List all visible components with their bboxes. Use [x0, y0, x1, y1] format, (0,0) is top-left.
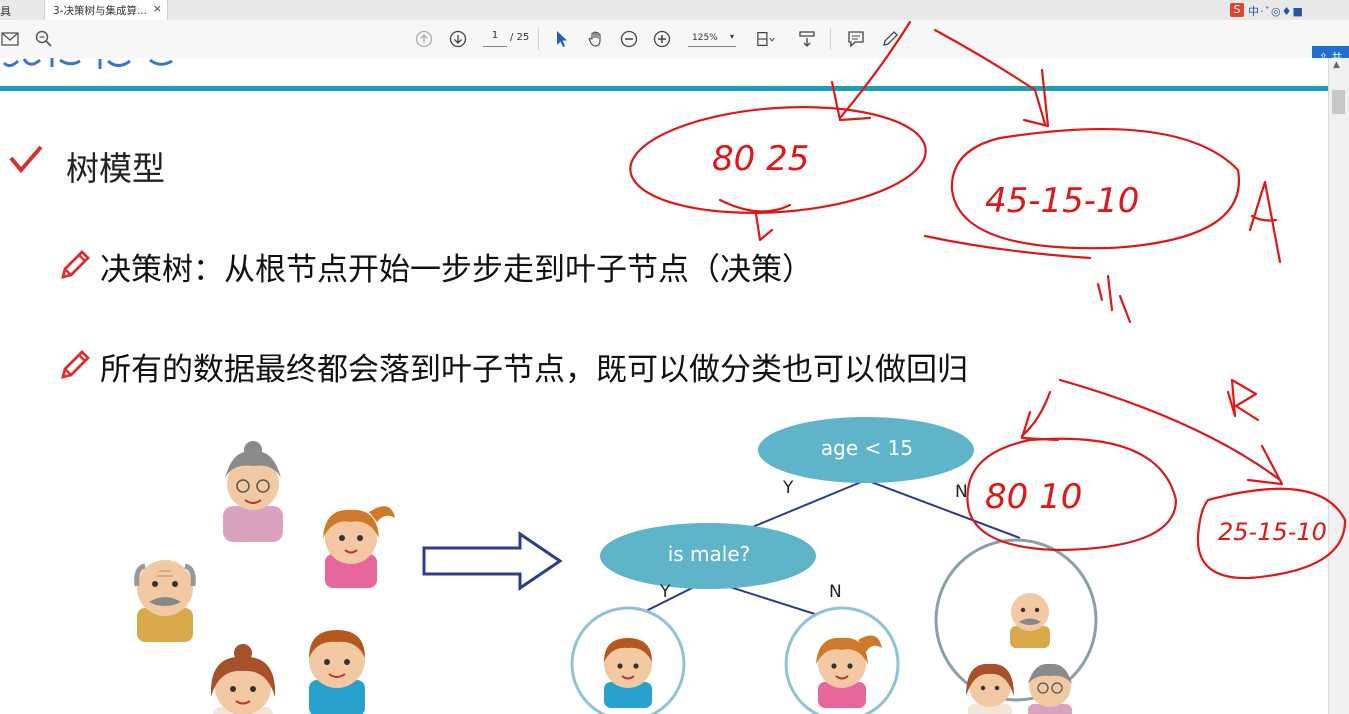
tab-title: 3-决策树与集成算... — [53, 5, 147, 17]
previous-page-icon[interactable] — [414, 29, 434, 49]
pencil-icon — [58, 348, 92, 386]
tree-root-yes: Y — [783, 478, 794, 498]
scroll-mode-icon[interactable] — [797, 29, 817, 49]
tab-previous[interactable]: 具 — [0, 3, 20, 17]
toolbar-divider — [830, 28, 831, 50]
tree-root-label: age < 15 — [820, 436, 914, 460]
tab-bar: 具 3-决策树与集成算... × S 中·ˇ◎♦■ — [0, 0, 1349, 21]
arrow-right-icon — [422, 531, 563, 591]
select-cursor-icon[interactable] — [552, 29, 572, 49]
slide-header-fragment — [0, 58, 190, 70]
slide-heading: 树模型 — [66, 149, 165, 188]
comment-icon[interactable] — [846, 29, 866, 49]
family-illustration — [134, 441, 395, 714]
fit-page-icon[interactable] — [756, 29, 776, 49]
pencil-icon — [58, 248, 92, 286]
tree-inner-label: is male? — [667, 542, 751, 566]
tab-close-icon[interactable]: × — [153, 2, 162, 15]
bullet-decision-tree: 决策树：从根节点开始一步步走到叶子节点（决策） — [100, 252, 813, 288]
header-rule — [0, 86, 1328, 91]
toolbar-divider — [538, 28, 539, 50]
page-total: / 25 — [510, 32, 530, 43]
zoom-out-icon[interactable] — [619, 29, 639, 49]
brand-logo-icon: S — [1230, 3, 1244, 17]
zoom-level-value: 125% — [692, 33, 718, 43]
scrollbar-thumb[interactable] — [1332, 90, 1345, 114]
checkmark-icon — [8, 144, 44, 178]
zoom-in-icon[interactable] — [652, 29, 672, 49]
tab-active-document[interactable]: 3-决策树与集成算... × — [44, 0, 168, 20]
pen-icon[interactable] — [880, 29, 900, 49]
brand-badge: S 中·ˇ◎♦■ — [1224, 0, 1339, 20]
vertical-scrollbar[interactable]: ▲ — [1328, 58, 1349, 714]
page-number-input[interactable]: 1 — [483, 30, 507, 47]
slide-page: 树模型 决策树：从根节点开始一步步走到叶子节点（决策） 所有的数据最终都会落到叶… — [0, 58, 1328, 714]
chevron-down-icon: ▾ — [729, 32, 734, 41]
scroll-up-icon[interactable]: ▲ — [1333, 60, 1340, 70]
tree-inner-no: N — [829, 582, 842, 602]
reader-toolbar: 1 / 25 125% ▾ ⇧ 共 — [0, 20, 1349, 70]
bullet-leaf-nodes: 所有的数据最终都会落到叶子节点，既可以做分类也可以做回归 — [100, 352, 968, 388]
tab-previous-label: 具 — [0, 5, 11, 17]
zoom-level-select[interactable]: 125% ▾ — [688, 31, 736, 47]
tree-inner-yes: Y — [660, 582, 671, 602]
next-page-icon[interactable] — [448, 29, 468, 49]
hand-tool-icon[interactable] — [586, 29, 606, 49]
search-icon[interactable] — [34, 29, 54, 49]
mail-icon[interactable] — [0, 29, 20, 49]
brand-text: 中·ˇ◎♦■ — [1248, 5, 1304, 18]
tree-root-no: N — [955, 482, 968, 502]
